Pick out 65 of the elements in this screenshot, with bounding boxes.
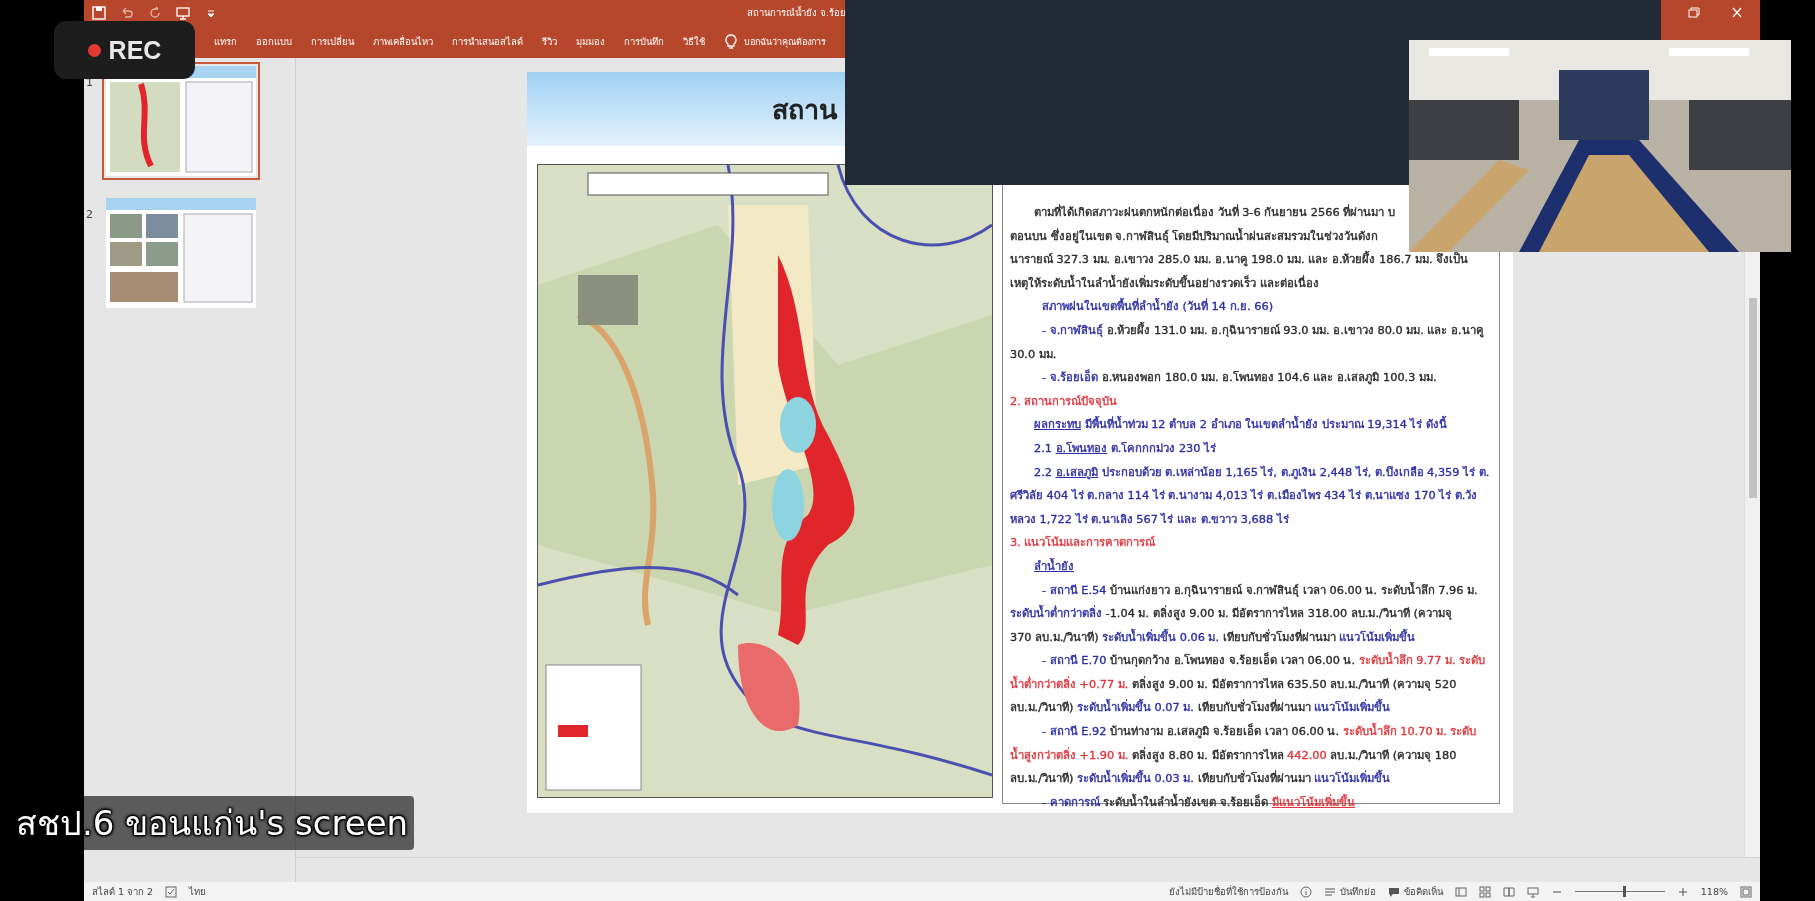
text-line: - จ.ร้อยเอ็ด อ.หนองพอก 180.0 มม. อ.โพนทอง 104.6 และ อ.เสลภูมิ 100.3 มม.: [1041, 368, 1438, 387]
ribbon-tab[interactable]: มุมมอง: [576, 32, 605, 51]
sorter-view-icon[interactable]: [1478, 885, 1491, 898]
text-line: 2.1 อ.โพนทอง ต.โคกกกม่วง 230 ไร่: [1033, 440, 1218, 457]
record-dot-icon: [87, 43, 101, 57]
ribbon-tab[interactable]: การเปลี่ยน: [311, 32, 354, 51]
text-line: ระดับน้ำต่ำกว่าตลิ่ง -1.04 ม. ตลิ่งสูง 9.00 ม. มีอัตราการไหล 318.00 ลบ.ม./วินาที (ความจุ: [1010, 604, 1453, 623]
text-line: ลบ.ม./วินาที) ระดับน้ำเพิ่มขึ้น 0.07 ม. เทียบกับชั่วโมงที่ผ่านมา แนวโน้มเพิ่มขึ้น: [1010, 698, 1392, 717]
text-line: ลบ.ม./วินาที) ระดับน้ำเพิ่มขึ้น 0.03 ม. เทียบกับชั่วโมงที่ผ่านมา แนวโน้มเพิ่มขึ้น: [1010, 769, 1392, 788]
ribbon-tab[interactable]: การนำเสนอสไลด์: [452, 32, 523, 51]
text-line: - คาดการณ์ ระดับน้ำในลำน้ำยังเขต จ.ร้อยเอ็ด มีแนวโน้มเพิ่มขึ้น: [1041, 793, 1357, 811]
text-line: 30.0 มม.: [1010, 346, 1058, 363]
text-line: น้ำต่ำกว่าตลิ่ง +0.77 ม. ตลิ่งสูง 9.00 ม. มีอัตราการไหล 635.50 ลบ.ม./วินาที (ความจุ 520: [1010, 675, 1458, 693]
text-line: ผลกระทบ มีพื้นที่น้ำท่วม 12 ตำบล 2 อำเภอ ในเขตลำน้ำยัง ประมาณ 19,314 ไร่ ดังนี้: [1033, 415, 1448, 434]
lightbulb-icon: [724, 33, 738, 50]
text-line: 2.2 อ.เสลภูมิ ประกอบด้วย ต.เหล่าน้อย 1,165 ไร่, ต.ภูเงิน 2,448 ไร่, ต.บึงเกลือ 4,359 ไร่ ต.: [1033, 464, 1491, 481]
sensitivity-label: ยังไม่มีป้ายชื่อที่ใช้การป้องกัน: [1168, 884, 1288, 899]
slide-thumbnail[interactable]: [106, 66, 256, 176]
slide-number: 2: [86, 207, 94, 223]
text-line: - สถานี E.70 บ้านกุดกว้าง อ.โพนทอง จ.ร้อยเอ็ด เวลา 06.00 น. ระดับน้ำลึก 9.77 ม. ระดับ: [1041, 651, 1487, 670]
window-title: สถานการณ์น้ำยัง จ.ร้อย: [747, 5, 847, 20]
comments-button[interactable]: ข้อคิดเห็น: [1403, 884, 1443, 899]
recording-label: REC: [108, 35, 162, 65]
ribbon-tab[interactable]: ภาพเคลื่อนไหว: [373, 32, 433, 51]
text-line: - สถานี E.92 บ้านท่างาม อ.เสลภูมิ จ.ร้อยเอ็ด เวลา 06.00 น. ระดับน้ำลึก 10.70 ม. ระดับ: [1041, 722, 1478, 741]
ribbon-tab[interactable]: ออกแบบ: [256, 32, 292, 51]
slideshow-view-icon[interactable]: [1526, 885, 1539, 898]
proofing-icon[interactable]: [165, 885, 178, 898]
normal-view-icon[interactable]: [1454, 885, 1467, 898]
fit-slide-icon[interactable]: [1740, 885, 1752, 898]
language-label[interactable]: ไทย: [189, 884, 207, 899]
ribbon-tab[interactable]: แทรก: [214, 32, 237, 51]
text-line: น้ำสูงกว่าตลิ่ง +1.90 ม. ตลิ่งสูง 8.80 ม. มีอัตราการไหล 442.00 ลบ.ม./วินาที (ความจุ 180: [1010, 746, 1458, 764]
scrollbar-thumb[interactable]: [1748, 298, 1757, 498]
zoom-in-icon[interactable]: [1676, 885, 1689, 898]
info-icon[interactable]: [1299, 885, 1312, 898]
comment-icon: [1387, 885, 1400, 898]
text-line: - จ.กาฬสินธุ์ อ.ห้วยผึ้ง 131.0 มม. อ.กุฉินารายณ์ 93.0 มม. อ.เขาวง 80.0 มม. และ อ.นาคู: [1041, 321, 1485, 339]
text-line: ศรีวิลัย 404 ไร่ ต.กลาง 114 ไร่ ต.นางาม 4,013 ไร่ ต.เมืองไพร 434 ไร่ ต.นาแซง 170 ไร่ ต.วัง: [1010, 488, 1479, 505]
text-line: ลำน้ำยัง: [1033, 557, 1075, 575]
text-line: ตามที่ได้เกิดสภาวะฝนตกหนักต่อเนื่อง วันที่ 3-6 กันยายน 2566 ที่ผ่านมา บ: [1033, 203, 1396, 221]
undo-icon[interactable]: [120, 5, 134, 20]
notes-icon: [1323, 885, 1336, 898]
text-line: หลวง 1,722 ไร่ ต.นาเลิง 567 ไร่ และ ต.ขวาว 3,688 ไร่: [1010, 511, 1290, 528]
redo-icon[interactable]: [148, 5, 162, 20]
notes-button[interactable]: บันทึกย่อ: [1339, 884, 1376, 899]
slide-title: สถาน: [772, 92, 837, 127]
text-line: 370 ลบ.ม./วินาที) ระดับน้ำเพิ่มขึ้น 0.06 ม. เทียบกับชั่วโมงที่ผ่านมา แนวโน้มเพิ่มขึ้น: [1010, 628, 1417, 646]
section-heading: 3. แนวโน้มและการคาดการณ์: [1010, 535, 1157, 552]
text-line: นารายณ์ 327.3 มม. อ.เขาวง 285.0 มม. อ.นาคู 198.0 มม. และ อ.ห้วยผึ้ง 186.7 มม. จึงเป็น: [1010, 250, 1470, 269]
zoom-level[interactable]: 118%: [1700, 886, 1728, 897]
slideshow-icon[interactable]: [176, 5, 190, 20]
reading-view-icon[interactable]: [1502, 885, 1515, 898]
text-line: ตอนบน ซึ่งอยู่ในเขต จ.กาฬสินธุ์ โดยมีปริมาณน้ำฝนสะสมรวมในช่วงวันดังก: [1010, 227, 1380, 245]
text-line: - สถานี E.54 บ้านแก่งยาว อ.กุฉินารายณ์ จ.กาฬสินธุ์ เวลา 06.00 น. ระดับน้ำลึก 7.96 ม.: [1041, 581, 1479, 599]
slide-counter: สไลด์ 1 จาก 2: [92, 885, 154, 899]
ribbon-tab[interactable]: รีวิว: [542, 32, 557, 51]
text-line: เหตุให้ระดับน้ำในลำน้ำยังเพิ่มระดับขึ้นอย่างรวดเร็ว และต่อเนื่อง: [1010, 274, 1320, 292]
ribbon-tab[interactable]: การบันทึก: [624, 32, 664, 51]
tell-me-field[interactable]: บอกฉันว่าคุณต้องการ: [744, 34, 826, 49]
save-icon[interactable]: [92, 5, 106, 20]
ribbon-tab[interactable]: วิธีใช้: [683, 32, 705, 51]
section-heading: 2. สถานการณ์ปัจจุบัน: [1010, 393, 1119, 410]
slide-thumbnail[interactable]: [106, 198, 256, 308]
text-line: สภาพฝนในเขตพื้นที่ลำน้ำยัง (วันที่ 14 ก.ย. 66): [1041, 297, 1275, 316]
